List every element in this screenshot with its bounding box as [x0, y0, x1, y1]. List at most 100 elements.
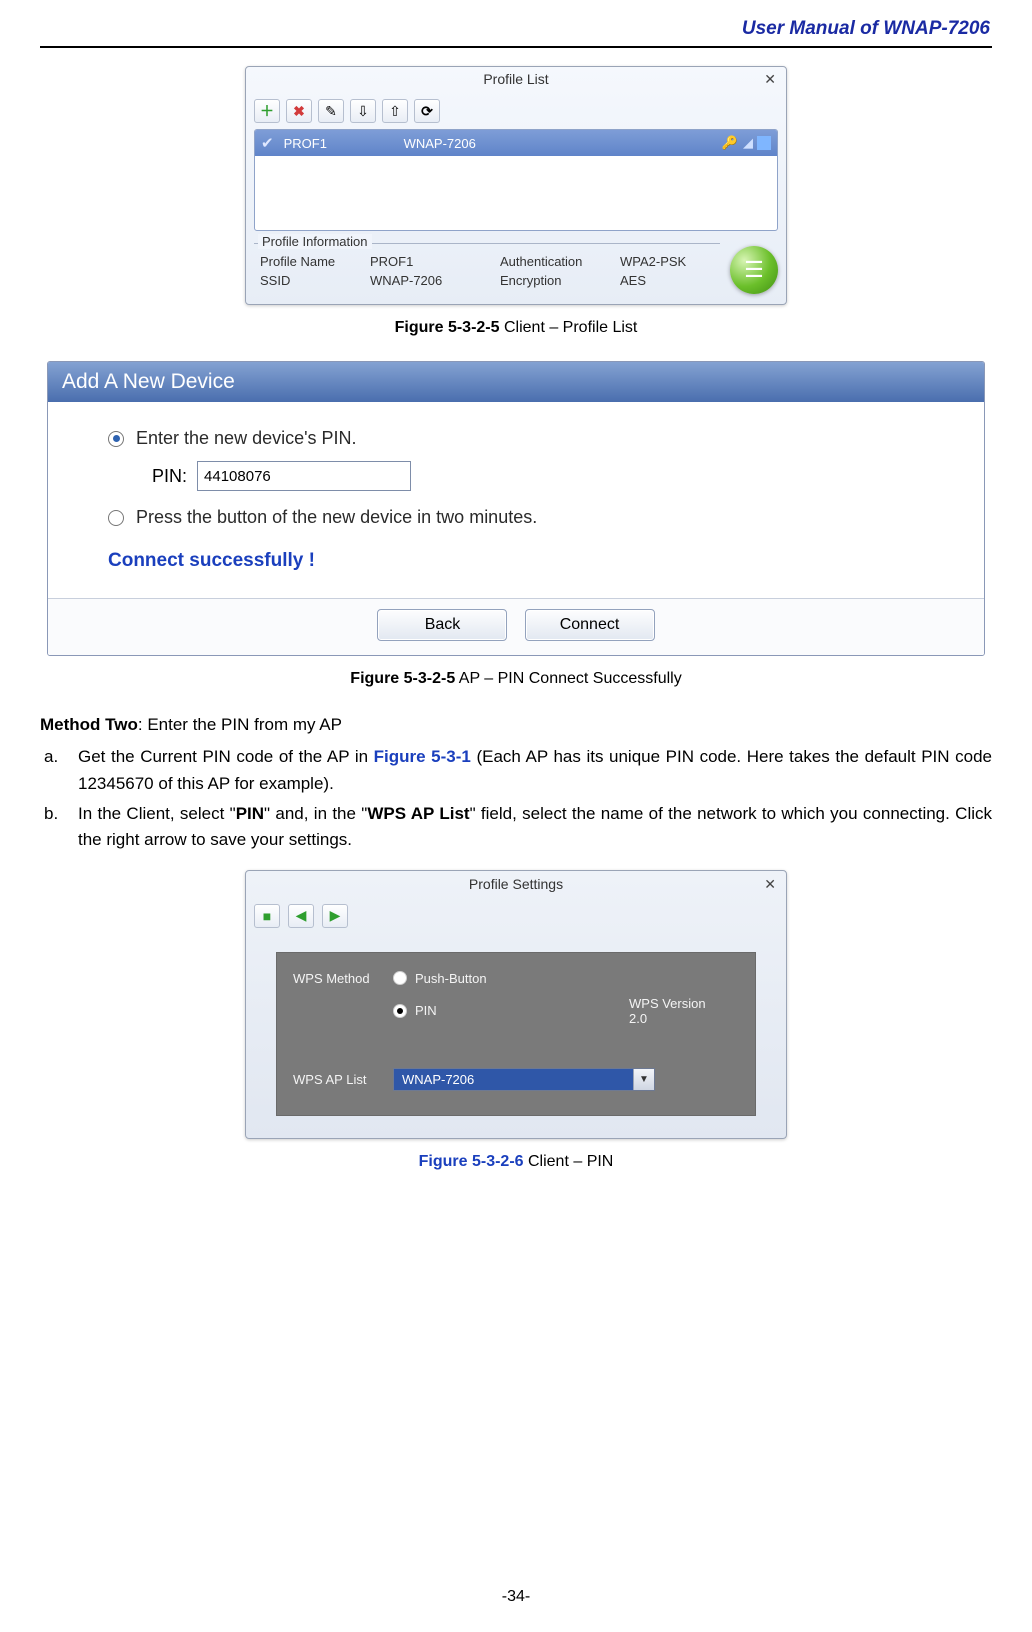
- wps-ap-list-label: WPS AP List: [293, 1072, 393, 1087]
- row-ssid: WNAP-7206: [404, 136, 721, 151]
- profile-list: ✔ PROF1 WNAP-7206 🔑 ◢: [254, 129, 778, 231]
- connect-status: Connect successfully !: [108, 550, 924, 572]
- push-button-label: Push-Button: [415, 971, 487, 986]
- wps-ap-list-value: WNAP-7206: [394, 1069, 633, 1090]
- auth-value: WPA2-PSK: [620, 254, 710, 269]
- figure2-caption-text: AP – PIN Connect Successfully: [455, 670, 681, 687]
- arrow-left-icon[interactable]: ◀: [288, 904, 314, 928]
- wps-method-row: WPS Method Push-Button: [293, 971, 739, 986]
- method-two-line: Method Two: Enter the PIN from my AP: [40, 712, 992, 738]
- xref-figure-5-3-1[interactable]: Figure 5-3-1: [374, 747, 471, 766]
- figure-profile-list: Profile List ✕ ＋ ✖ ✎ ⇩ ⇧ ⟳ ✔ PROF1 WNAP-…: [40, 66, 992, 305]
- profile-list-window: Profile List ✕ ＋ ✖ ✎ ⇩ ⇧ ⟳ ✔ PROF1 WNAP-…: [245, 66, 787, 305]
- enc-value: AES: [620, 273, 710, 288]
- profile-settings-window: Profile Settings ✕ ■ ◀ ▶ WPS Method Push…: [245, 870, 787, 1139]
- profile-info-legend: Profile Information: [258, 234, 372, 249]
- edit-icon[interactable]: ✎: [318, 99, 344, 123]
- pin-label: PIN: [415, 1003, 437, 1018]
- figure3-caption-num: Figure 5-3-2-6: [419, 1153, 524, 1170]
- step-b-mid: " and, in the ": [264, 804, 367, 823]
- profile-info-section: Profile Information Profile Name PROF1 A…: [254, 243, 778, 294]
- add-device-title: Add A New Device: [48, 362, 984, 402]
- profile-name-label: Profile Name: [260, 254, 370, 269]
- step-a-pre: Get the Current PIN code of the AP in: [78, 747, 374, 766]
- profile-settings-toolbar: ■ ◀ ▶: [246, 900, 786, 942]
- close-icon[interactable]: ✕: [764, 71, 776, 88]
- step-b: b. In the Client, select "PIN" and, in t…: [40, 801, 992, 854]
- ssid-label: SSID: [260, 273, 370, 288]
- wps-ap-list-row: WPS AP List WNAP-7206 ▼: [293, 1068, 739, 1091]
- option-press-button-label: Press the button of the new device in tw…: [136, 507, 537, 528]
- figure2-caption: Figure 5-3-2-5 AP – PIN Connect Successf…: [40, 670, 992, 688]
- wps-version-label: WPS Version: [629, 996, 706, 1011]
- figure2-caption-num: Figure 5-3-2-5: [350, 670, 455, 687]
- block-icon: [757, 136, 771, 150]
- header-rule: [40, 46, 992, 48]
- profile-settings-panel: WPS Method Push-Button PIN WPS Version 2…: [276, 952, 756, 1116]
- refresh-icon[interactable]: ⟳: [414, 99, 440, 123]
- back-button[interactable]: Back: [377, 609, 507, 641]
- check-icon: ✔: [261, 134, 274, 152]
- arrow-right-icon[interactable]: ▶: [322, 904, 348, 928]
- signal-icon: ◢: [739, 135, 757, 151]
- option-enter-pin-label: Enter the new device's PIN.: [136, 428, 357, 449]
- method-two-rest: : Enter the PIN from my AP: [138, 715, 342, 734]
- radio-press-button[interactable]: [108, 510, 124, 526]
- add-device-buttons: Back Connect: [48, 599, 984, 655]
- page-number: -34-: [0, 1588, 1032, 1606]
- step-b-pin: PIN: [236, 804, 264, 823]
- chevron-down-icon[interactable]: ▼: [633, 1069, 654, 1090]
- profile-settings-title: Profile Settings: [469, 876, 563, 892]
- add-device-body: Enter the new device's PIN. PIN: Press t…: [48, 402, 984, 580]
- wps-ap-list-select[interactable]: WNAP-7206 ▼: [393, 1068, 655, 1091]
- enc-label: Encryption: [500, 273, 620, 288]
- wifi-status-icon: ☰: [730, 246, 778, 294]
- wps-method-label: WPS Method: [293, 971, 393, 986]
- x-icon[interactable]: ✖: [286, 99, 312, 123]
- profile-list-title: Profile List: [483, 71, 548, 87]
- stop-icon[interactable]: ■: [254, 904, 280, 928]
- figure1-caption-num: Figure 5-3-2-5: [395, 319, 500, 336]
- profile-name-value: PROF1: [370, 254, 500, 269]
- row-profile-name: PROF1: [284, 136, 404, 151]
- step-b-wps: WPS AP List: [367, 804, 469, 823]
- profile-list-row-selected[interactable]: ✔ PROF1 WNAP-7206 🔑 ◢: [255, 130, 777, 156]
- radio-enter-pin[interactable]: [108, 431, 124, 447]
- profile-list-titlebar: Profile List ✕: [246, 67, 786, 95]
- option-press-button[interactable]: Press the button of the new device in tw…: [108, 507, 924, 528]
- key-icon: 🔑: [721, 135, 739, 151]
- radio-pin[interactable]: [393, 1004, 407, 1018]
- method-two-bold: Method Two: [40, 715, 138, 734]
- figure1-caption: Figure 5-3-2-5 Client – Profile List: [40, 319, 992, 337]
- export-icon[interactable]: ⇧: [382, 99, 408, 123]
- close-icon[interactable]: ✕: [764, 876, 776, 893]
- step-a: a. Get the Current PIN code of the AP in…: [40, 744, 992, 797]
- step-b-marker: b.: [40, 801, 78, 854]
- ssid-value: WNAP-7206: [370, 273, 500, 288]
- add-device-window: Add A New Device Enter the new device's …: [47, 361, 985, 656]
- pin-input[interactable]: [197, 461, 411, 491]
- header-title: User Manual of WNAP-7206: [40, 18, 992, 40]
- figure3-caption: Figure 5-3-2-6 Client – PIN: [40, 1153, 992, 1171]
- figure-add-device: Add A New Device Enter the new device's …: [40, 361, 992, 656]
- step-a-marker: a.: [40, 744, 78, 797]
- body-text: Method Two: Enter the PIN from my AP a. …: [40, 712, 992, 854]
- plus-icon[interactable]: ＋: [254, 99, 280, 123]
- option-enter-pin[interactable]: Enter the new device's PIN.: [108, 428, 924, 449]
- profile-settings-titlebar: Profile Settings ✕: [246, 871, 786, 900]
- profile-list-toolbar: ＋ ✖ ✎ ⇩ ⇧ ⟳: [246, 95, 786, 129]
- figure-profile-settings: Profile Settings ✕ ■ ◀ ▶ WPS Method Push…: [40, 870, 992, 1139]
- auth-label: Authentication: [500, 254, 620, 269]
- step-a-text: Get the Current PIN code of the AP in Fi…: [78, 744, 992, 797]
- connect-button[interactable]: Connect: [525, 609, 655, 641]
- pin-row: PIN:: [152, 461, 924, 491]
- step-b-pre: In the Client, select ": [78, 804, 236, 823]
- wps-pin-row: PIN WPS Version 2.0: [293, 996, 739, 1026]
- wps-version-value: 2.0: [629, 1011, 647, 1026]
- figure1-caption-text: Client – Profile List: [500, 319, 638, 336]
- figure3-caption-text: Client – PIN: [524, 1153, 614, 1170]
- import-icon[interactable]: ⇩: [350, 99, 376, 123]
- radio-push-button[interactable]: [393, 971, 407, 985]
- pin-label: PIN:: [152, 466, 187, 487]
- step-b-text: In the Client, select "PIN" and, in the …: [78, 801, 992, 854]
